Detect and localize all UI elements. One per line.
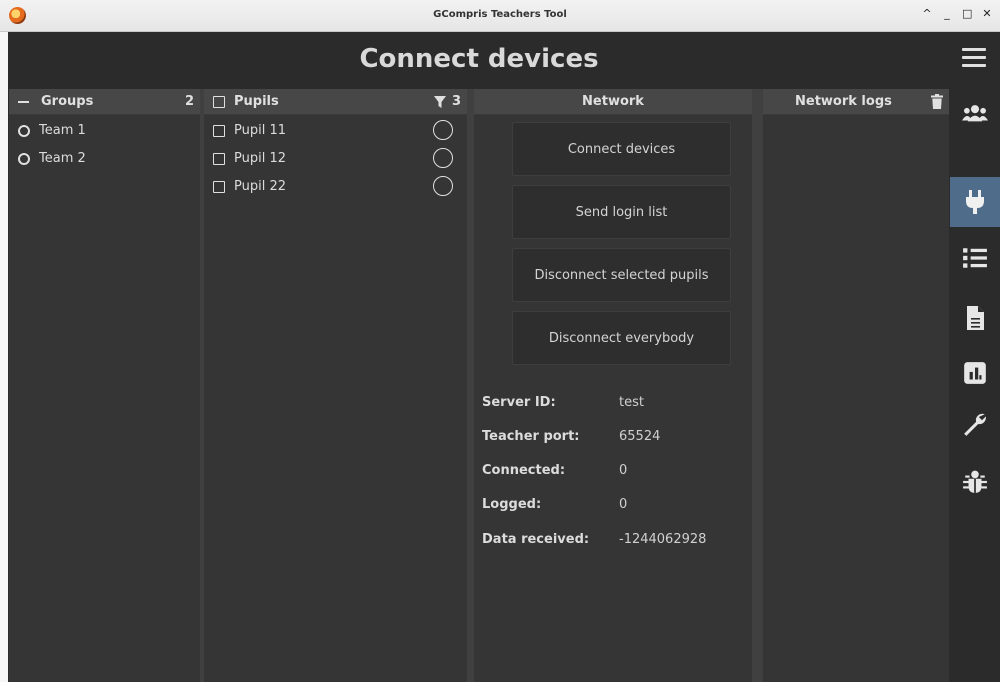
window-maximize-button[interactable]: □ [962,7,972,20]
pupil-item[interactable]: Pupil 22 [204,173,467,201]
server-id-value: test [619,395,644,410]
plug-icon [966,190,984,214]
window-close-button[interactable]: ✕ [982,7,992,20]
teacher-port-value: 65524 [619,429,661,444]
logged-value: 0 [619,497,628,512]
select-all-pupils-checkbox[interactable] [213,96,225,108]
wrench-icon [964,413,986,436]
send-login-list-button[interactable]: Send login list [512,185,731,239]
pupils-panel: Pupils 3 Pupil 11 Pupil 12 Pupil 22 [204,89,467,682]
pupil-checkbox[interactable] [213,125,225,137]
group-label: Team 1 [39,123,86,138]
window-title: GCompris Teachers Tool [433,9,567,20]
app-area: Connect devices Groups 2 Team 1 Team 2 P… [8,32,1000,682]
nav-results[interactable] [950,293,1000,343]
disconnect-everybody-button[interactable]: Disconnect everybody [512,311,731,365]
network-logs-title: Network logs [795,94,892,109]
radio-icon[interactable] [18,125,30,137]
connected-value: 0 [619,463,628,478]
app-header: Connect devices [8,32,1000,89]
document-icon [967,306,984,330]
network-header: Network [474,89,752,115]
side-navigation [950,89,1000,682]
panel-divider[interactable] [467,89,474,682]
pupil-label: Pupil 22 [234,179,286,194]
page-title: Connect devices [359,44,599,74]
pupil-checkbox[interactable] [213,181,225,193]
nav-connect-devices[interactable] [950,177,1000,227]
connect-devices-button[interactable]: Connect devices [512,122,731,176]
data-received-value: -1244062928 [619,532,707,547]
groups-count: 2 [184,94,194,109]
nav-users[interactable] [950,89,1000,139]
pupil-item[interactable]: Pupil 12 [204,145,467,173]
pupil-label: Pupil 11 [234,123,286,138]
data-received-label: Data received: [482,532,590,547]
groups-title: Groups [41,94,94,109]
chart-icon [964,362,986,384]
nav-debug[interactable] [950,457,1000,507]
group-item[interactable]: Team 1 [9,117,200,145]
menu-icon[interactable] [962,48,986,68]
pupil-label: Pupil 12 [234,151,286,166]
network-panel: Network Connect devices Send login list … [474,89,752,682]
list-icon [963,248,987,268]
pupils-header: Pupils 3 [204,89,467,115]
groups-panel: Groups 2 Team 1 Team 2 [9,89,200,682]
group-item[interactable]: Team 2 [9,145,200,173]
pupil-item[interactable]: Pupil 11 [204,117,467,145]
pupil-checkbox[interactable] [213,153,225,165]
teacher-port-label: Teacher port: [482,429,580,444]
window-shade-button[interactable]: ^ [922,7,932,20]
trash-icon[interactable] [931,94,943,113]
network-title: Network [582,94,644,109]
connection-status-icon [433,176,453,196]
connection-status-icon [433,148,453,168]
nav-settings[interactable] [950,399,1000,449]
logged-label: Logged: [482,497,542,512]
collapse-groups-icon[interactable] [18,101,29,103]
disconnect-selected-button[interactable]: Disconnect selected pupils [512,248,731,302]
network-logs-header: Network logs [763,89,949,115]
connection-status-icon [433,120,453,140]
group-label: Team 2 [39,151,86,166]
window-controls: ^ _ □ ✕ [922,7,992,20]
window-titlebar: GCompris Teachers Tool ^ _ □ ✕ [0,0,1000,32]
panel-divider[interactable] [752,89,763,682]
groups-header: Groups 2 [9,89,200,115]
connected-label: Connected: [482,463,566,478]
pupils-title: Pupils [234,94,279,109]
network-logs-panel: Network logs [763,89,949,682]
server-id-label: Server ID: [482,395,556,410]
users-icon [962,105,988,122]
radio-icon[interactable] [18,153,30,165]
bug-icon [963,470,987,493]
pupils-count: 3 [451,94,461,109]
nav-activities[interactable] [950,233,1000,283]
window-minimize-button[interactable]: _ [942,7,952,20]
nav-charts[interactable] [950,348,1000,398]
filter-icon[interactable] [433,95,447,113]
